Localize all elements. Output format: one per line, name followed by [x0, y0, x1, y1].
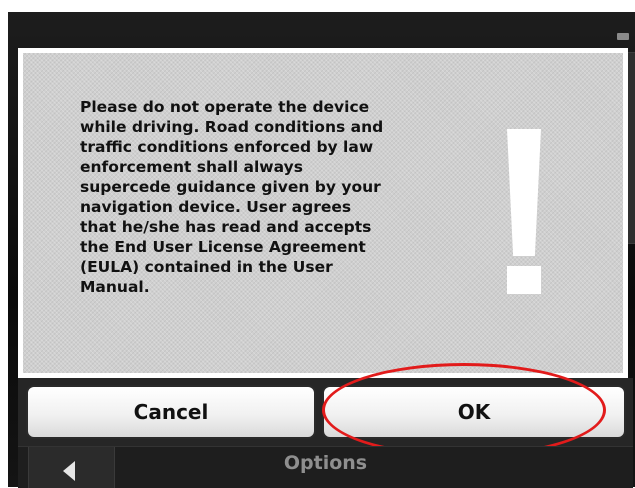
bottom-nav-bar: Options	[18, 446, 633, 488]
exclamation-dot	[507, 266, 541, 294]
back-button[interactable]	[28, 447, 115, 488]
exclamation-bar	[507, 129, 541, 256]
left-arrow-icon	[63, 461, 75, 481]
dialog-button-bar: Cancel OK	[18, 378, 633, 446]
ok-button[interactable]: OK	[322, 385, 626, 439]
battery-icon	[617, 33, 629, 40]
cancel-button[interactable]: Cancel	[26, 385, 316, 439]
warning-message: Please do not operate the device while d…	[80, 98, 384, 296]
warning-dialog: Please do not operate the device while d…	[18, 48, 628, 378]
